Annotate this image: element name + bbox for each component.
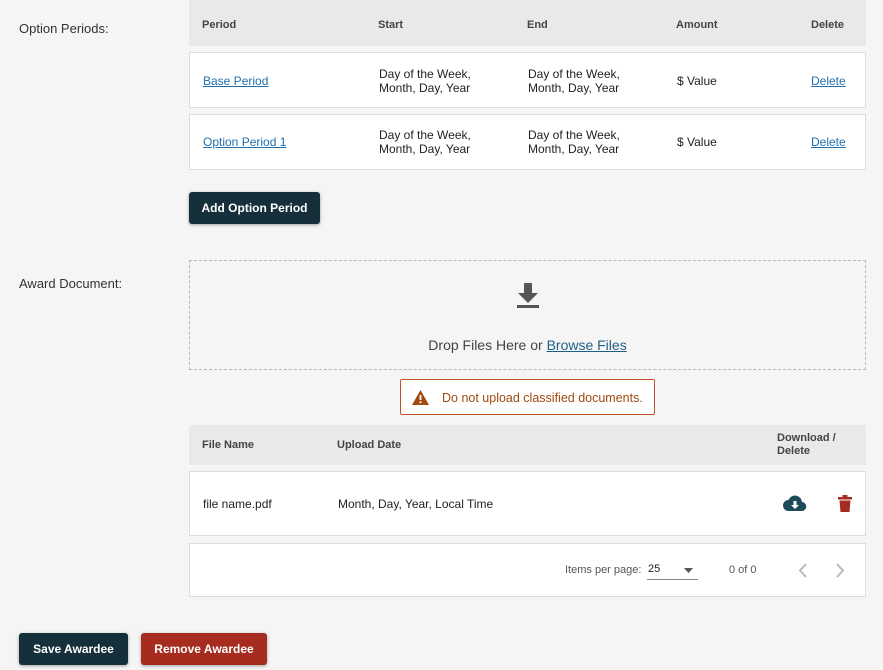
table-row: Base Period Day of the Week, Month, Day, … <box>189 52 866 108</box>
classified-warning: Do not upload classified documents. <box>400 379 655 415</box>
end-date-line2: Month, Day, Year <box>528 81 620 95</box>
start-date-line2: Month, Day, Year <box>379 142 471 156</box>
file-dropzone[interactable]: Drop Files Here or Browse Files <box>189 260 866 370</box>
start-date-line2: Month, Day, Year <box>379 81 471 95</box>
warning-text: Do not upload classified documents. <box>442 391 643 405</box>
end-date: Day of the Week, Month, Day, Year <box>528 128 620 156</box>
col-download-delete: Download / Delete <box>777 432 836 458</box>
start-date-line1: Day of the Week, <box>379 67 471 81</box>
amount: $ Value <box>677 74 717 88</box>
col-delete: Delete <box>811 19 845 31</box>
award-document-label: Award Document: <box>19 276 123 291</box>
start-date: Day of the Week, Month, Day, Year <box>379 128 471 156</box>
option-periods-header: Period Start End Amount Delete <box>189 0 866 46</box>
file-name: file name.pdf <box>203 497 272 511</box>
chevron-left-icon[interactable] <box>798 563 808 578</box>
items-per-page-value: 25 <box>648 563 661 575</box>
items-per-page-select[interactable]: 25 <box>647 560 698 580</box>
period-link[interactable]: Option Period 1 <box>203 135 286 149</box>
files-table-header: File Name Upload Date Download / Delete <box>189 425 866 465</box>
end-date-line1: Day of the Week, <box>528 128 620 142</box>
col-download-delete-line1: Download / <box>777 432 836 444</box>
browse-files-link[interactable]: Browse Files <box>547 337 627 353</box>
col-period: Period <box>202 19 237 31</box>
col-start: Start <box>378 19 404 31</box>
delete-link[interactable]: Delete <box>811 135 846 149</box>
end-date: Day of the Week, Month, Day, Year <box>528 67 620 95</box>
drop-text: Drop Files Here or <box>428 337 543 353</box>
col-amount: Amount <box>676 19 718 31</box>
end-date-line2: Month, Day, Year <box>528 142 620 156</box>
start-date-line1: Day of the Week, <box>379 128 471 142</box>
warning-icon <box>412 390 429 405</box>
end-date-line1: Day of the Week, <box>528 67 620 81</box>
cloud-download-icon[interactable] <box>783 495 807 513</box>
delete-link[interactable]: Delete <box>811 74 846 88</box>
caret-down-icon <box>684 568 693 573</box>
page-range: 0 of 0 <box>729 564 757 576</box>
drop-instructions: Drop Files Here or Browse Files <box>190 337 865 353</box>
items-per-page-label: Items per page: <box>565 564 642 576</box>
remove-awardee-button[interactable]: Remove Awardee <box>141 633 267 665</box>
col-file-name: File Name <box>202 439 254 451</box>
upload-date: Month, Day, Year, Local Time <box>338 497 494 511</box>
save-awardee-button[interactable]: Save Awardee <box>19 633 128 665</box>
add-option-period-button[interactable]: Add Option Period <box>189 192 320 224</box>
download-icon <box>517 283 539 308</box>
pagination: Items per page: 25 0 of 0 <box>189 543 866 597</box>
col-download-delete-line2: Delete <box>777 445 811 457</box>
col-upload-date: Upload Date <box>337 439 402 451</box>
table-row: Option Period 1 Day of the Week, Month, D… <box>189 114 866 170</box>
table-row: file name.pdf Month, Day, Year, Local Ti… <box>189 471 866 536</box>
start-date: Day of the Week, Month, Day, Year <box>379 67 471 95</box>
trash-icon[interactable] <box>838 495 852 512</box>
option-periods-label: Option Periods: <box>19 21 109 36</box>
amount: $ Value <box>677 135 717 149</box>
col-end: End <box>527 19 548 31</box>
period-link[interactable]: Base Period <box>203 74 268 88</box>
chevron-right-icon[interactable] <box>835 563 845 578</box>
